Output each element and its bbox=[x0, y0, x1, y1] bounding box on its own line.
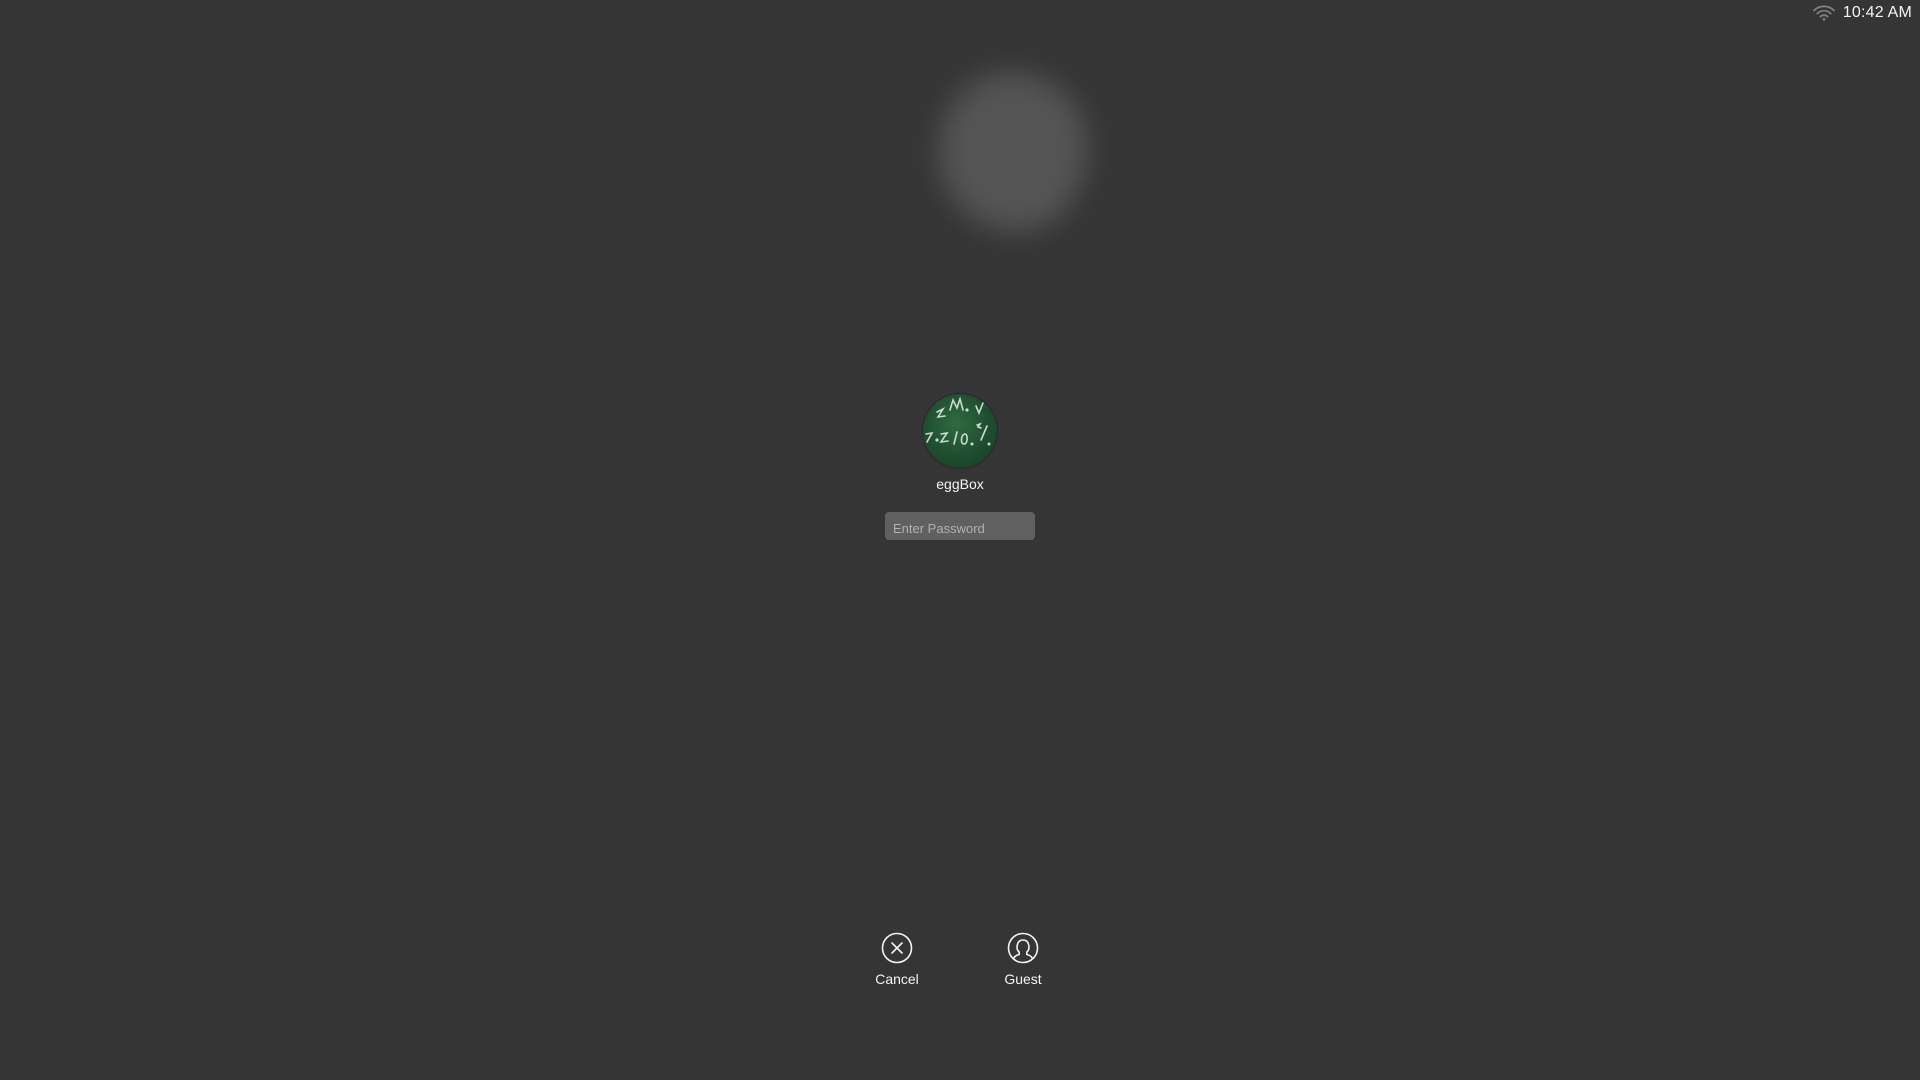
clock[interactable]: 10:42 AM bbox=[1843, 4, 1912, 22]
login-screen: 10:42 AM eggBox Cancel Guest bbox=[0, 0, 1920, 1080]
cancel-label: Cancel bbox=[875, 971, 919, 987]
cancel-circle-icon bbox=[881, 932, 913, 964]
user-name[interactable]: eggBox bbox=[936, 476, 983, 492]
blurred-background-shape bbox=[938, 72, 1088, 232]
user-login-panel: eggBox bbox=[0, 394, 1920, 540]
user-avatar bbox=[923, 394, 997, 468]
cancel-button[interactable]: Cancel bbox=[873, 932, 921, 987]
menu-bar-status: 10:42 AM bbox=[1812, 2, 1912, 24]
login-actions: Cancel Guest bbox=[0, 932, 1920, 987]
guest-label: Guest bbox=[1004, 971, 1042, 987]
wifi-icon[interactable] bbox=[1812, 5, 1835, 21]
guest-user-icon bbox=[1007, 932, 1039, 964]
guest-button[interactable]: Guest bbox=[999, 932, 1047, 987]
password-input[interactable] bbox=[885, 512, 1035, 540]
